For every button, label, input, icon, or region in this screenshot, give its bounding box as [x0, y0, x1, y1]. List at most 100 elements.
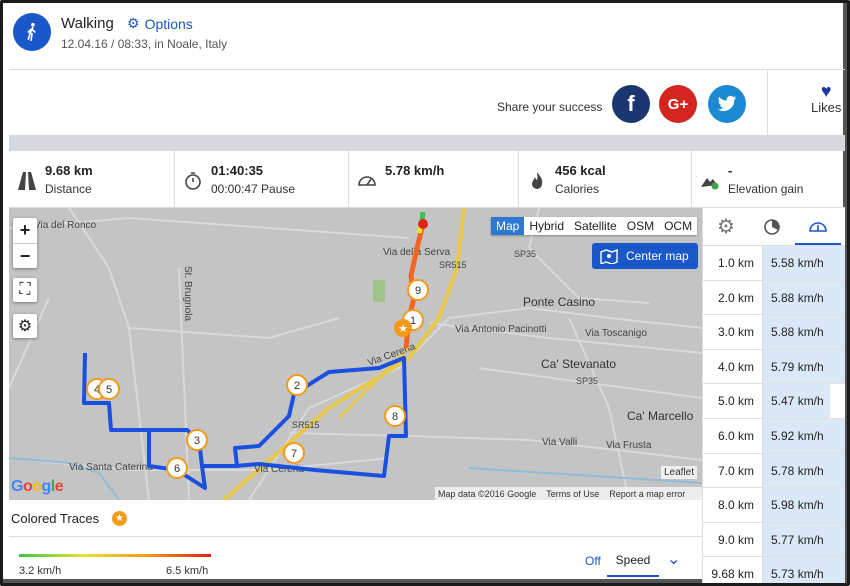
section-divider — [9, 135, 845, 151]
layer-hybrid[interactable]: Hybrid — [524, 217, 569, 235]
tab-pace[interactable] — [749, 208, 795, 245]
map-settings-button[interactable]: ⚙ — [13, 314, 37, 338]
km-marker[interactable]: 5 — [98, 378, 120, 400]
km-marker[interactable]: 6 — [166, 457, 188, 479]
window-frame: Walking ⚙ Options 12.04.16 / 08:33, in N… — [0, 0, 850, 586]
svg-text:2: 2 — [294, 380, 300, 392]
km-marker[interactable]: 9 — [407, 279, 429, 301]
splits-panel: ⚙ 1.0 km 5.58 km/h 2.0 km 5.88 km/h 3.0 km 5.… — [702, 208, 845, 583]
split-row[interactable]: 1.0 km 5.58 km/h — [703, 246, 845, 281]
split-row[interactable]: 5.0 km 5.47 km/h — [703, 384, 845, 419]
start-pin-icon[interactable] — [418, 219, 428, 229]
split-speed: 5.79 km/h — [763, 349, 845, 384]
fullscreen-button[interactable]: ⛶ — [13, 278, 37, 302]
heart-icon: ♥ — [820, 81, 832, 101]
route-map[interactable]: Via del Ronco Via della Serva SR515 SP35… — [9, 208, 702, 500]
stopwatch-icon — [185, 172, 201, 190]
split-speed: 5.73 km/h — [763, 557, 845, 583]
split-speed-value: 5.73 km/h — [771, 567, 824, 582]
split-speed: 5.92 km/h — [763, 418, 845, 453]
split-speed: 5.58 km/h — [763, 246, 845, 280]
report-error-link[interactable]: Report a map error — [609, 489, 685, 499]
flame-icon — [532, 172, 543, 189]
km-marker[interactable]: 2 — [286, 374, 308, 396]
likes-label: Likes — [811, 100, 842, 115]
gear-icon: ⚙ — [17, 318, 33, 335]
center-map-label: Center map — [626, 249, 689, 263]
leaflet-link[interactable]: Leaflet — [661, 466, 698, 479]
start-star-icon[interactable]: ★ — [394, 319, 412, 337]
chevron-down-icon[interactable]: ⌄ — [667, 549, 680, 569]
traces-off-option[interactable]: Off — [585, 554, 601, 568]
split-row[interactable]: 7.0 km 5.78 km/h — [703, 453, 845, 489]
speed-legend: 3.2 km/h 6.5 km/h Off Speed ⌄ — [9, 537, 702, 583]
svg-text:7: 7 — [291, 448, 297, 460]
map-attribution: Map data ©2016 Google Terms of Use Repor… — [435, 487, 702, 500]
split-speed-value: 5.58 km/h — [771, 256, 824, 270]
stat-value: 01:40:35 — [211, 163, 264, 178]
google-logo: Google — [11, 478, 64, 495]
divider — [767, 70, 768, 136]
speedometer-icon — [358, 176, 376, 186]
likes-button[interactable]: ♥ Likes — [811, 82, 841, 115]
colored-traces-header: Colored Traces ★ — [9, 500, 702, 537]
split-speed-value: 5.47 km/h — [771, 394, 824, 409]
mountain-icon — [701, 178, 719, 190]
split-row[interactable]: 2.0 km 5.88 km/h — [703, 280, 845, 316]
speed-max-label: 6.5 km/h — [166, 565, 209, 577]
share-label: Share your success — [497, 100, 603, 114]
split-distance: 6.0 km — [703, 418, 763, 453]
split-distance: 5.0 km — [703, 384, 763, 418]
center-map-button[interactable]: Center map — [592, 243, 698, 269]
terms-link[interactable]: Terms of Use — [546, 489, 599, 499]
splits-list: 1.0 km 5.58 km/h 2.0 km 5.88 km/h 3.0 km 5.88… — [703, 246, 845, 583]
km-marker[interactable]: 3 — [186, 429, 208, 451]
options-label: Options — [144, 15, 193, 32]
stat-label: 00:00:47 Pause — [211, 182, 296, 196]
split-row[interactable]: 8.0 km 5.98 km/h — [703, 488, 845, 523]
split-row[interactable]: 3.0 km 5.88 km/h — [703, 315, 845, 350]
stat-distance: 9.68 km Distance — [9, 151, 175, 208]
premium-star-icon: ★ — [112, 511, 127, 526]
googleplus-share-button[interactable]: G+ — [659, 85, 697, 123]
tab-speed[interactable] — [795, 208, 841, 245]
stat-label: Calories — [555, 182, 600, 196]
facebook-share-button[interactable]: f — [612, 85, 650, 123]
stat-calories: 456 kcal Calories — [519, 151, 692, 208]
traces-speed-option[interactable]: Speed — [607, 553, 659, 577]
split-distance: 9.0 km — [703, 522, 763, 557]
zoom-control: + − — [13, 218, 37, 268]
zoom-in-button[interactable]: + — [13, 218, 37, 243]
stats-bar: 9.68 km Distance 01:40:35 00:00:47 Pause… — [9, 151, 845, 208]
layer-satellite[interactable]: Satellite — [569, 217, 622, 235]
tab-settings[interactable]: ⚙ — [703, 208, 749, 245]
split-row[interactable]: 9.68 km 5.73 km/h — [703, 557, 845, 583]
split-speed: 5.47 km/h — [763, 384, 845, 418]
zoom-out-button[interactable]: − — [13, 243, 37, 268]
split-distance: 1.0 km — [703, 246, 763, 280]
split-speed-value: 5.78 km/h — [771, 463, 824, 478]
svg-text:5: 5 — [106, 384, 112, 396]
twitter-share-button[interactable] — [708, 85, 746, 123]
split-row[interactable]: 9.0 km 5.77 km/h — [703, 522, 845, 558]
split-row[interactable]: 4.0 km 5.79 km/h — [703, 349, 845, 385]
stat-label: Distance — [45, 182, 92, 196]
share-row: Share your success f G+ ♥ Likes — [9, 69, 845, 136]
options-button[interactable]: ⚙ Options — [127, 15, 193, 32]
activity-date-location: 12.04.16 / 08:33, in Noale, Italy — [61, 37, 228, 51]
layer-ocm[interactable]: OCM — [659, 217, 697, 235]
layer-osm[interactable]: OSM — [622, 217, 659, 235]
layer-map[interactable]: Map — [491, 217, 525, 235]
split-speed: 5.78 km/h — [763, 453, 845, 488]
speed-gradient — [19, 554, 211, 557]
activity-title: Walking — [61, 15, 114, 32]
km-marker[interactable]: 7 — [283, 442, 305, 464]
svg-text:3: 3 — [194, 435, 200, 447]
split-row[interactable]: 6.0 km 5.92 km/h — [703, 418, 845, 454]
split-speed-value: 5.88 km/h — [771, 290, 824, 305]
split-distance: 2.0 km — [703, 280, 763, 315]
speedometer-icon — [809, 221, 827, 232]
twitter-icon — [717, 95, 737, 112]
km-marker[interactable]: 8 — [384, 405, 406, 427]
split-speed-value: 5.77 km/h — [771, 532, 824, 547]
